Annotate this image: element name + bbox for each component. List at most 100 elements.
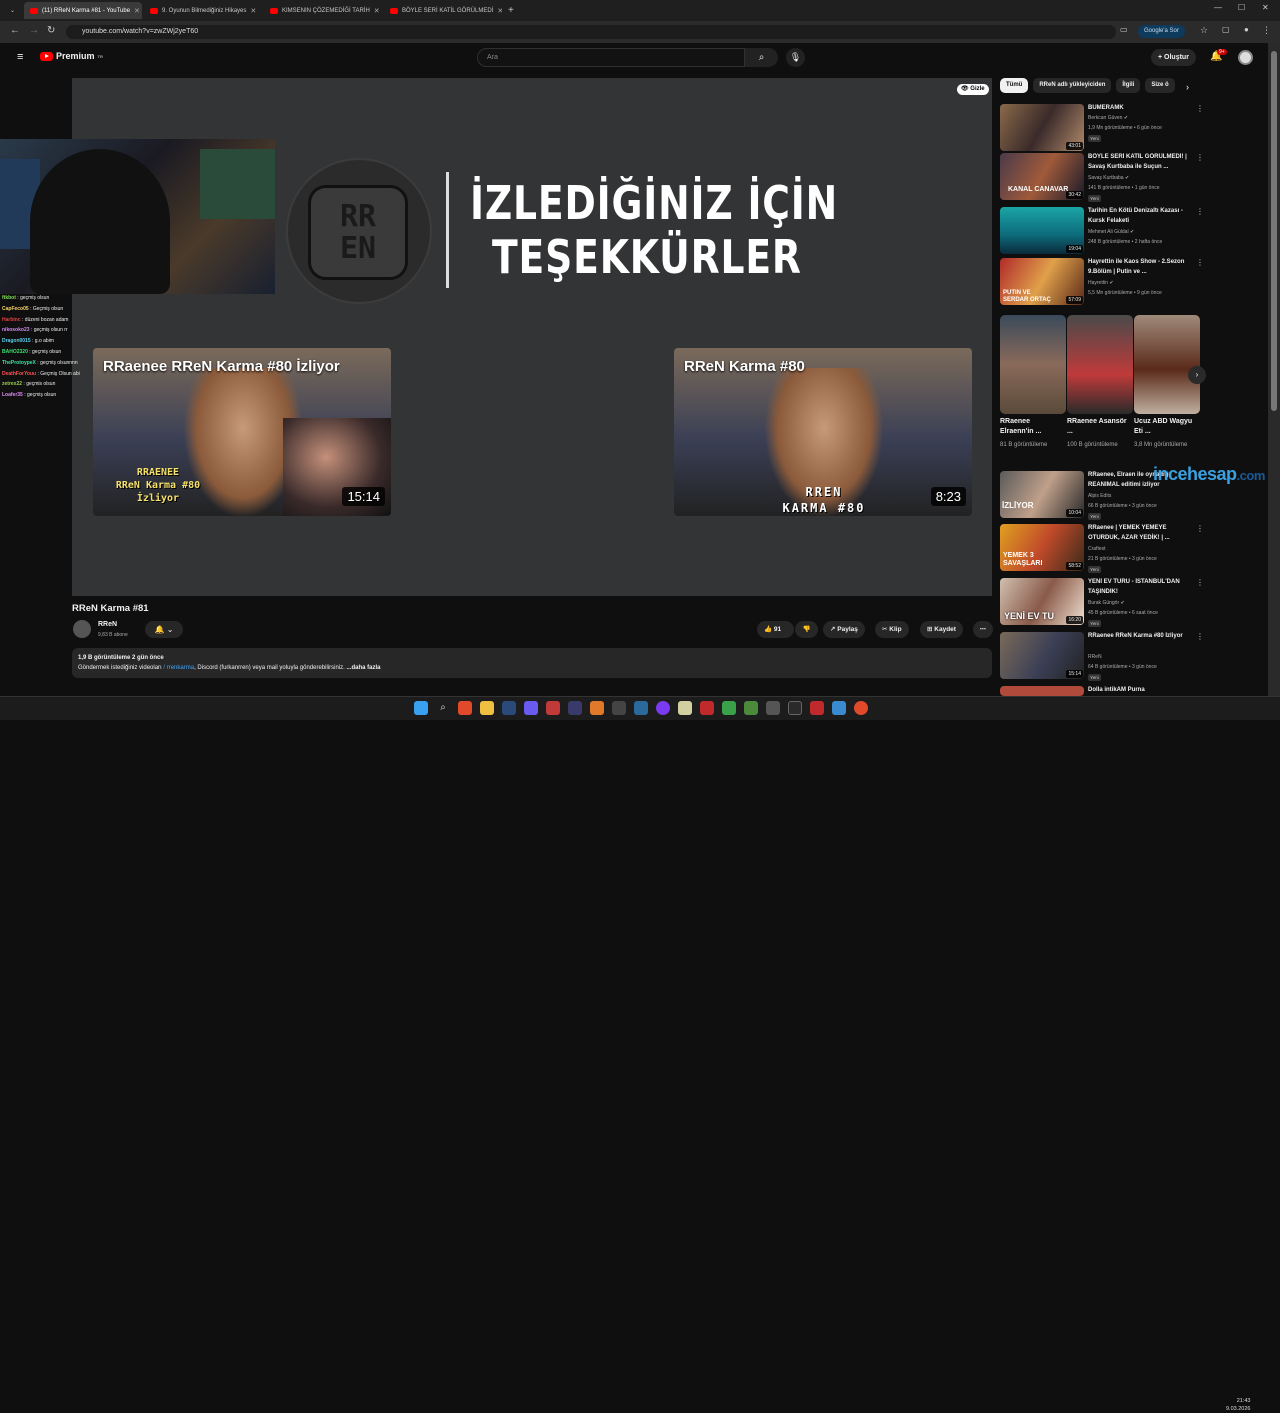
dislike-button[interactable]: 👎 [795,621,818,638]
back-icon[interactable]: ← [10,25,20,36]
channel-avatar[interactable] [73,620,91,638]
tab-search-menu[interactable]: ⌄ [4,2,22,19]
description-box[interactable]: 1,9 B görüntüleme 2 gün önce Göndermek i… [72,648,992,678]
recommended-video[interactable]: 19:04 Tarihin En Kötü Denizaltı Kazası -… [1000,207,1204,255]
menu-kebab-icon[interactable]: ⋮ [1262,25,1271,36]
short-video[interactable] [1000,315,1066,414]
maximize-icon[interactable]: ☐ [1238,3,1245,12]
description-link[interactable]: / rrenkarma [163,665,194,671]
short-video[interactable] [1134,315,1200,414]
more-vertical-icon[interactable]: ⋮ [1196,153,1204,162]
recommended-video[interactable]: YEMEK 3 SAVAŞLARI 58:52 RRaenee | YEMEK Y… [1000,524,1204,573]
channel-name[interactable]: RReN [98,621,117,628]
recommended-video[interactable]: 43:01 BUMERAMK Berkcan Güven ✔ 1,9 Mn gö… [1000,104,1204,152]
short-video[interactable] [1067,315,1133,414]
recommended-video[interactable]: KANAL CANAVAR 30:42 BÖYLE SERİ KATİL GÖR… [1000,153,1204,202]
star-icon[interactable]: ☆ [1200,25,1208,36]
app-icon[interactable] [700,701,714,715]
search-icon: ⌕ [758,52,765,63]
more-vertical-icon[interactable]: ⋮ [1196,632,1204,641]
file-explorer-icon[interactable] [480,701,494,715]
page-scrollbar[interactable] [1268,43,1280,696]
more-vertical-icon[interactable]: ⋮ [1196,258,1204,267]
app-icon[interactable] [590,701,604,715]
endcard-title: RReN Karma #80 [684,358,805,375]
recommended-video[interactable]: 15:14 RRaenee RReN Karma #80 İzliyor RRe… [1000,632,1204,681]
hamburger-menu-icon[interactable]: ≡ [17,51,23,63]
subscription-bell-button[interactable]: 🔔 ⌄ [145,621,183,638]
reload-icon[interactable]: ↻ [47,25,55,36]
show-more-link[interactable]: ...daha fazla [346,665,380,671]
app-icon[interactable] [546,701,560,715]
browser-tab[interactable]: KIMSENIN ÇÖZEMEDİĞİ TARİH ✕ [264,2,382,19]
url-field[interactable]: youtube.com/watch?v=zwZWj2yeT60 [66,25,1116,39]
chip-all[interactable]: Tümü [1000,78,1029,93]
chip-for-you[interactable]: Size ö [1145,78,1175,93]
minecraft-icon[interactable] [744,701,758,715]
chip-related[interactable]: İlgili [1116,78,1141,93]
save-button[interactable]: ⊞ Kaydet [920,621,963,638]
close-icon[interactable]: ✕ [134,7,140,15]
chip-from-uploader[interactable]: RReN adlı yükleyiciden [1033,78,1112,93]
more-vertical-icon[interactable]: ⋮ [1196,207,1204,216]
endcard-video-left[interactable]: RRaenee RReN Karma #80 İzliyor RRAENEE R… [93,348,391,516]
youtube-logo[interactable]: Premium TR [40,51,103,61]
search-button[interactable]: ⌕ [745,48,778,67]
more-actions-button[interactable]: ⋯ [973,621,993,638]
more-vertical-icon[interactable]: ⋮ [1196,578,1204,587]
minimize-icon[interactable]: — [1214,3,1222,12]
profile-icon[interactable]: ● [1244,25,1249,34]
system-clock[interactable]: 21:43 9.03.2026 [1226,1397,1250,1413]
obs-icon[interactable] [656,701,670,715]
extensions-icon[interactable]: ▢ [1222,25,1230,34]
video-thumbnail [1000,686,1084,696]
tab-label: BÖYLE SERİ KATİL GÖRÜLMEDİ [402,7,494,14]
create-button[interactable]: + Oluştur [1151,49,1196,66]
app-icon[interactable] [788,701,802,715]
app-icon[interactable] [634,701,648,715]
browser-tab[interactable]: BÖYLE SERİ KATİL GÖRÜLMEDİ ✕ [384,2,502,19]
search-input[interactable]: Ara [477,48,745,67]
recommended-video[interactable]: PUTIN VE SERDAR ORTAÇ 57:09 Hayrettin ile… [1000,258,1204,306]
steam-icon[interactable] [502,701,516,715]
watermark-text: .com [1236,468,1266,483]
google-ask-button[interactable]: Google'a Sor [1138,25,1185,38]
app-icon[interactable] [810,701,824,715]
forward-icon[interactable]: → [29,25,39,36]
new-tab-button[interactable]: + [502,2,516,19]
close-window-icon[interactable]: ✕ [1262,3,1269,12]
close-icon[interactable]: ✕ [250,7,256,15]
app-icon[interactable] [678,701,692,715]
app-icon[interactable] [766,701,780,715]
cast-icon[interactable]: ▭ [1120,25,1128,34]
close-icon[interactable]: ✕ [374,7,380,15]
browser-tab-active[interactable]: (11) RReN Karma #81 - YouTube ✕ [24,2,142,19]
brave-browser-icon[interactable] [458,701,472,715]
scrollbar-thumb[interactable] [1271,51,1277,411]
hide-button[interactable]: 👁 Gizle [957,84,989,95]
recommended-video[interactable]: Dolla intikAM Purna [1000,686,1200,696]
bookmark-icon: ⊞ [927,626,933,633]
more-vertical-icon[interactable]: ⋮ [1196,524,1204,533]
windows-start-icon[interactable] [414,701,428,715]
tab-label: 9. Oyunun Bilmediğiniz Hikayes [162,7,247,14]
app-icon[interactable] [612,701,626,715]
share-button[interactable]: ↗ Paylaş [823,621,865,638]
browser-tab[interactable]: 9. Oyunun Bilmediğiniz Hikayes ✕ [144,2,262,19]
voice-search-button[interactable]: 🎙 [786,48,805,67]
discord-icon[interactable] [524,701,538,715]
more-vertical-icon[interactable]: ⋮ [1196,104,1204,113]
like-button[interactable]: 👍 91 [757,621,794,638]
recommended-video[interactable]: YENİ EV TU 16:20 YENİ EV TURU - İSTANBUL… [1000,578,1204,627]
thumbs-up-icon: 👍 [764,626,773,633]
chrome-icon[interactable] [854,701,868,715]
xbox-icon[interactable] [722,701,736,715]
avatar[interactable] [1238,50,1253,65]
clip-button[interactable]: ✂ Klip [875,621,909,638]
chevron-right-icon[interactable]: › [1186,82,1189,92]
search-icon[interactable]: ⌕ [436,701,450,715]
shorts-next-button[interactable]: › [1188,366,1206,384]
app-icon[interactable] [568,701,582,715]
endcard-video-right[interactable]: RReN Karma #80 RREN KARMA #80 8:23 [674,348,972,516]
app-icon[interactable] [832,701,846,715]
